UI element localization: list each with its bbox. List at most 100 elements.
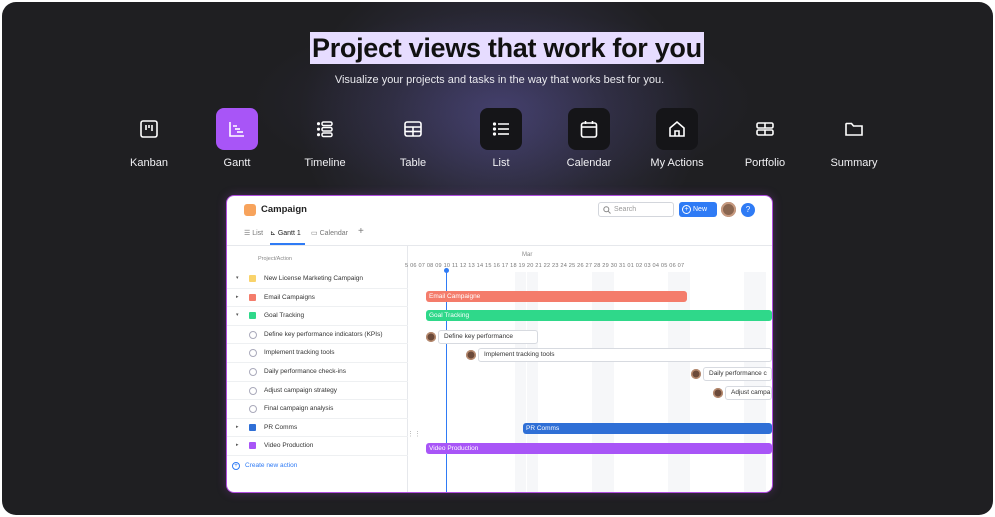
timeline-icon bbox=[304, 108, 346, 150]
project-title: Campaign bbox=[261, 204, 307, 215]
page-title: Project views that work for you bbox=[310, 32, 704, 64]
today-marker bbox=[444, 268, 449, 492]
tab-gantt[interactable]: ⊾ Gantt 1 bbox=[270, 229, 301, 237]
view-table[interactable]: Table bbox=[373, 108, 453, 169]
gantt-task-kpi[interactable]: Define key performance bbox=[438, 330, 538, 344]
gantt-task-adjust-strategy[interactable]: Adjust campa bbox=[725, 386, 772, 400]
weekend-stripe bbox=[755, 272, 766, 492]
view-gantt[interactable]: Gantt bbox=[197, 108, 277, 169]
assignee-avatar bbox=[713, 388, 723, 398]
list-item[interactable]: ▾ New License Marketing Campaign bbox=[227, 270, 408, 289]
folder-icon bbox=[833, 108, 875, 150]
view-label: Summary bbox=[830, 157, 878, 169]
list-item[interactable]: ▾ Goal Tracking bbox=[227, 307, 408, 326]
gantt-bar-goal-tracking[interactable]: Goal Tracking bbox=[426, 310, 772, 321]
row-label: Video Production bbox=[264, 442, 314, 450]
check-circle-icon[interactable] bbox=[249, 405, 257, 414]
tab-label: Gantt bbox=[277, 230, 295, 237]
weekend-stripe bbox=[679, 272, 690, 492]
gantt-bar-email-campaigns[interactable]: Email Campaigne bbox=[426, 291, 687, 302]
row-label: Goal Tracking bbox=[264, 312, 305, 320]
create-label: Create new action bbox=[245, 462, 298, 469]
list-item[interactable]: ▸ Email Campaigns bbox=[227, 289, 408, 308]
list-item[interactable]: ▸ Video Production bbox=[227, 437, 408, 456]
assignee-avatar bbox=[466, 350, 476, 360]
assignee-avatar bbox=[691, 369, 701, 379]
view-list[interactable]: List bbox=[461, 108, 541, 169]
expand-caret-icon[interactable]: ▸ bbox=[236, 294, 239, 300]
create-new-action-link[interactable]: + Create new action bbox=[232, 462, 297, 470]
view-kanban[interactable]: Kanban bbox=[109, 108, 189, 169]
view-label: Gantt bbox=[223, 157, 251, 169]
weekend-stripe bbox=[515, 272, 526, 492]
gantt-task-tracking-tools[interactable]: Implement tracking tools bbox=[478, 348, 772, 362]
plus-icon: + bbox=[232, 462, 240, 470]
calendar-icon bbox=[568, 108, 610, 150]
expand-caret-icon[interactable]: ▸ bbox=[236, 442, 239, 448]
expand-caret-icon[interactable]: ▾ bbox=[236, 312, 239, 318]
check-circle-icon[interactable] bbox=[249, 330, 257, 339]
table-icon bbox=[392, 108, 434, 150]
page-subtitle: Visualize your projects and tasks in the… bbox=[334, 74, 665, 86]
view-tabs: ☰ List ⊾ Gantt 1 ▭ Calendar + bbox=[227, 222, 772, 246]
project-logo-icon bbox=[244, 204, 256, 216]
project-color-icon bbox=[249, 275, 256, 282]
help-button[interactable]: ? bbox=[741, 203, 755, 217]
gantt-chart: Mar 5 06 07 08 09 10 11 12 13 14 15 16 1… bbox=[405, 246, 772, 492]
project-color-icon bbox=[249, 423, 256, 431]
project-color-icon bbox=[249, 442, 256, 450]
expand-caret-icon[interactable]: ▸ bbox=[236, 424, 239, 430]
home-icon bbox=[656, 108, 698, 150]
gantt-task-daily-checkins[interactable]: Daily performance c bbox=[703, 367, 772, 381]
tab-calendar[interactable]: ▭ Calendar bbox=[311, 229, 348, 237]
view-timeline[interactable]: Timeline bbox=[285, 108, 365, 169]
check-circle-icon[interactable] bbox=[249, 386, 257, 395]
view-label: List bbox=[492, 157, 510, 169]
view-label: Table bbox=[399, 157, 427, 169]
check-circle-icon[interactable] bbox=[249, 368, 257, 376]
list-item[interactable]: Daily performance check-ins bbox=[227, 363, 408, 382]
new-button[interactable]: + New bbox=[679, 202, 717, 217]
month-label: Mar bbox=[522, 252, 533, 258]
view-label: Calendar bbox=[566, 157, 612, 169]
gantt-bar-pr-comms[interactable]: PR Comms bbox=[523, 423, 772, 434]
project-color-icon bbox=[249, 312, 256, 320]
view-label: Kanban bbox=[130, 157, 168, 169]
weekend-stripe bbox=[668, 272, 679, 492]
list-item[interactable]: Implement tracking tools bbox=[227, 344, 408, 363]
weekend-stripe bbox=[527, 272, 538, 492]
search-icon bbox=[603, 206, 611, 214]
gantt-bar-video-production[interactable]: Video Production bbox=[426, 443, 772, 454]
view-summary[interactable]: Summary bbox=[814, 108, 894, 169]
new-button-label: New bbox=[693, 206, 708, 213]
view-selector: Kanban Gantt Timeline Table List Calenda… bbox=[2, 108, 993, 178]
list-item[interactable]: ▸ PR Comms bbox=[227, 419, 408, 438]
check-circle-icon[interactable] bbox=[249, 349, 257, 358]
project-color-icon bbox=[249, 293, 256, 301]
list-item[interactable]: Define key performance indicators (KPIs) bbox=[227, 326, 408, 345]
view-calendar[interactable]: Calendar bbox=[549, 108, 629, 169]
portfolio-icon bbox=[744, 108, 786, 150]
action-list-panel: Project/Action ▾ New License Marketing Ca… bbox=[227, 246, 408, 492]
tab-list[interactable]: ☰ List bbox=[244, 229, 263, 237]
active-tab-indicator bbox=[270, 243, 305, 245]
tab-label: List bbox=[252, 230, 264, 237]
view-label: Timeline bbox=[304, 157, 346, 169]
row-label: New License Marketing Campaign bbox=[264, 275, 363, 282]
expand-caret-icon[interactable]: ▾ bbox=[236, 275, 239, 281]
view-label: Portfolio bbox=[744, 157, 786, 169]
row-label: Email Campaigns bbox=[264, 293, 315, 301]
column-header: Project/Action bbox=[258, 256, 292, 262]
search-input[interactable]: Search bbox=[598, 202, 674, 217]
kanban-icon bbox=[128, 108, 170, 150]
add-tab-button[interactable]: + bbox=[358, 226, 364, 237]
row-label: Adjust campaign strategy bbox=[264, 386, 337, 394]
row-label: PR Comms bbox=[264, 423, 298, 431]
list-item[interactable]: Adjust campaign strategy bbox=[227, 382, 408, 401]
view-my-actions[interactable]: My Actions bbox=[637, 108, 717, 169]
avatar[interactable] bbox=[721, 202, 736, 217]
tab-label: Calendar bbox=[319, 230, 348, 237]
search-placeholder: Search bbox=[614, 206, 637, 213]
list-item[interactable]: Final campaign analysis bbox=[227, 400, 408, 419]
view-portfolio[interactable]: Portfolio bbox=[725, 108, 805, 169]
